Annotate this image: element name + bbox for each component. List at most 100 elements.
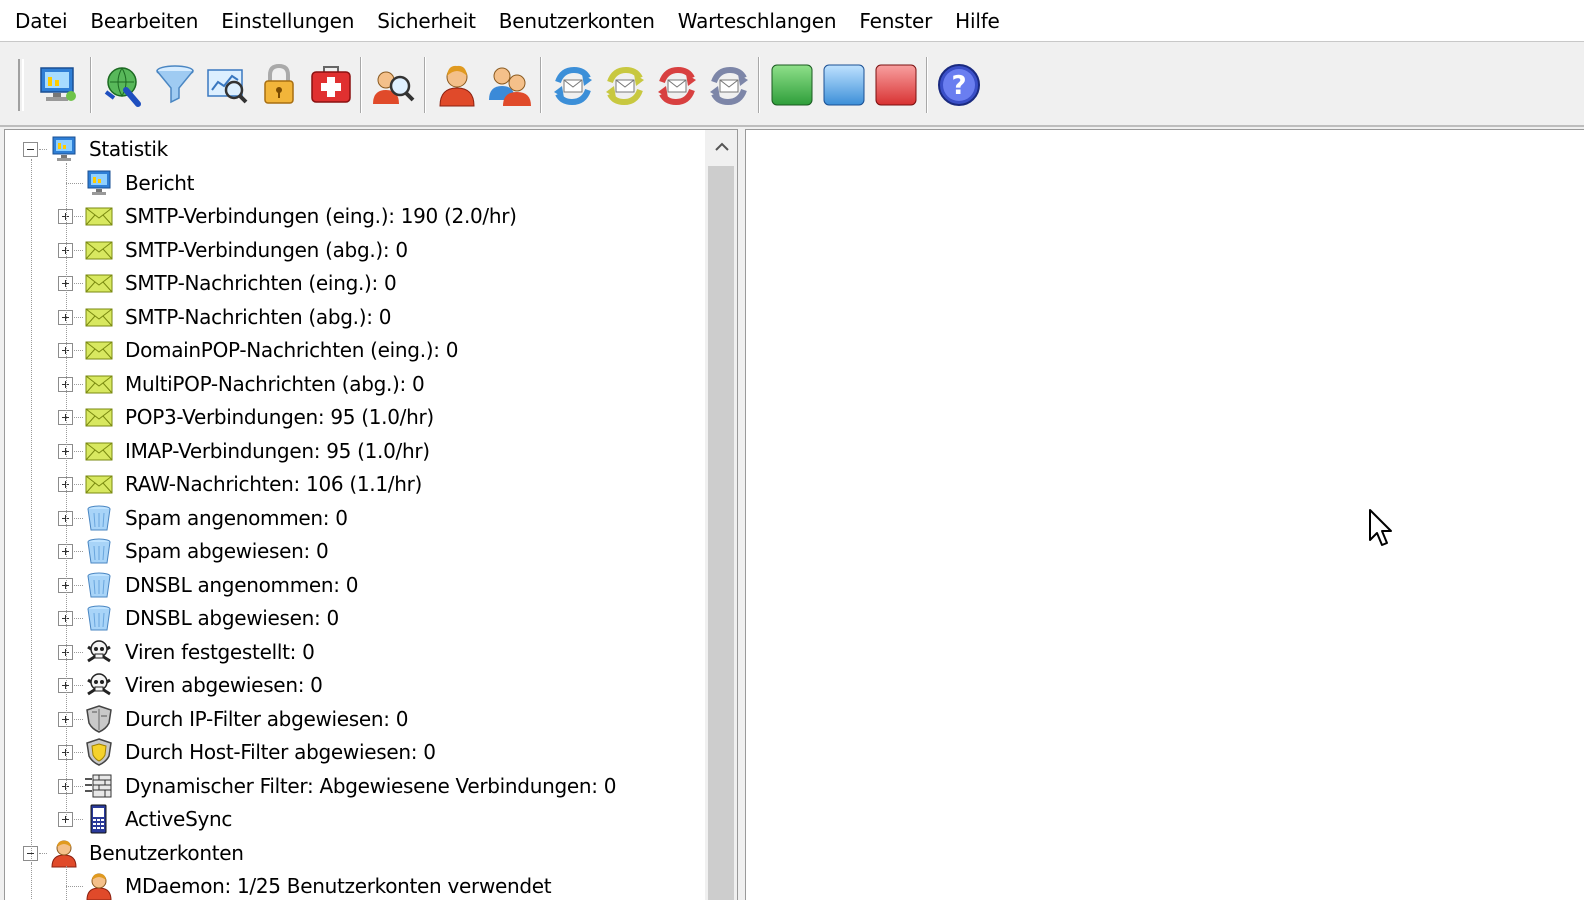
scroll-up-button[interactable] xyxy=(705,130,737,164)
pane-splitter[interactable] xyxy=(738,129,746,900)
tree-item-label: DomainPOP-Nachrichten (eing.): 0 xyxy=(125,338,459,362)
tree-item[interactable]: Bericht xyxy=(5,167,705,200)
tree-connector-line xyxy=(74,249,83,251)
toolbar-button-first-aid[interactable] xyxy=(307,61,355,109)
toolbar-separator xyxy=(360,57,362,113)
menu-einstellungen[interactable]: Einstellungen xyxy=(211,0,367,42)
tree-connector-line xyxy=(66,163,67,819)
menu-fenster[interactable]: Fenster xyxy=(849,0,945,42)
tree-item[interactable]: Durch Host-Filter abgewiesen: 0 xyxy=(5,736,705,769)
statistics-tree-pane: Statistik Bericht SMTP-Verbindungen (eing.… xyxy=(4,129,738,900)
tree-item[interactable]: Durch IP-Filter abgewiesen: 0 xyxy=(5,703,705,736)
tree-item-label: Statistik xyxy=(89,137,168,161)
spam-filter-icon xyxy=(204,62,250,108)
statistics-monitor-icon xyxy=(35,62,81,108)
tree-connector-line xyxy=(74,517,83,519)
user-icon xyxy=(84,871,114,900)
toolbar-button-queue-yellow-refresh[interactable] xyxy=(601,61,649,109)
trash-bin-icon xyxy=(84,603,114,633)
tree-connector-line xyxy=(74,216,83,217)
tree-connector-line xyxy=(74,785,83,787)
toolbar-separator xyxy=(424,57,426,113)
tree-item[interactable]: Spam angenommen: 0 xyxy=(5,502,705,535)
tree-connector-line xyxy=(66,886,83,887)
toolbar-button-statistics-monitor[interactable] xyxy=(34,61,82,109)
toolbar-button-spam-filter[interactable] xyxy=(203,61,251,109)
toolbar-button-user-search[interactable] xyxy=(369,61,417,109)
user-search-icon xyxy=(370,62,416,108)
toolbar-button-content-filter[interactable] xyxy=(151,61,199,109)
tree-item[interactable]: POP3-Verbindungen: 95 (1.0/hr) xyxy=(5,401,705,434)
toolbar-button-queue-red-refresh[interactable] xyxy=(653,61,701,109)
menu-datei[interactable]: Datei xyxy=(5,0,80,42)
red-status-icon xyxy=(873,62,919,108)
toolbar-button-red-status[interactable] xyxy=(872,61,920,109)
tree-item[interactable]: Spam abgewiesen: 0 xyxy=(5,535,705,568)
toolbar-separator xyxy=(90,57,92,113)
tree-item[interactable]: DNSBL angenommen: 0 xyxy=(5,569,705,602)
tree-item[interactable]: ActiveSync xyxy=(5,803,705,836)
toolbar-separator xyxy=(926,57,928,113)
toolbar-separator xyxy=(758,57,760,113)
scroll-thumb[interactable] xyxy=(708,166,734,900)
envelope-icon xyxy=(84,268,114,298)
tree-connector-line xyxy=(74,417,83,418)
tree-item[interactable]: MultiPOP-Nachrichten (abg.): 0 xyxy=(5,368,705,401)
tree-item[interactable]: SMTP-Verbindungen (abg.): 0 xyxy=(5,234,705,267)
firewall-icon xyxy=(84,771,114,801)
toolbar-button-green-status[interactable] xyxy=(768,61,816,109)
tree-connector-line xyxy=(74,584,83,586)
skull-icon xyxy=(84,637,114,667)
toolbar-button-queue-gray-refresh[interactable] xyxy=(705,61,753,109)
tree-item-label: MDaemon: 1/25 Benutzerkonten verwendet xyxy=(125,874,552,898)
toolbar-button-queue-blue-refresh[interactable] xyxy=(549,61,597,109)
toolbar-grip[interactable] xyxy=(18,59,24,111)
tree-connector-line xyxy=(39,852,47,854)
tree-item[interactable]: Viren abgewiesen: 0 xyxy=(5,669,705,702)
toolbar-button-help[interactable]: ? xyxy=(935,61,983,109)
menu-bearbeiten[interactable]: Bearbeiten xyxy=(80,0,211,42)
tree-item-label: Durch Host-Filter abgewiesen: 0 xyxy=(125,740,436,764)
queue-blue-refresh-icon xyxy=(550,62,596,108)
tree-item[interactable]: SMTP-Nachrichten (eing.): 0 xyxy=(5,267,705,300)
tree-item[interactable]: MDaemon: 1/25 Benutzerkonten verwendet xyxy=(5,870,705,900)
details-pane[interactable] xyxy=(746,129,1584,900)
envelope-icon xyxy=(84,302,114,332)
menu-sicherheit[interactable]: Sicherheit xyxy=(367,0,488,42)
tree-item[interactable]: DNSBL abgewiesen: 0 xyxy=(5,602,705,635)
tree-item[interactable]: Viren festgestellt: 0 xyxy=(5,636,705,669)
tree-connector-line xyxy=(74,383,83,385)
tree-connector-line xyxy=(74,718,83,720)
menu-warteschlangen[interactable]: Warteschlangen xyxy=(668,0,850,42)
toolbar-button-user-group[interactable] xyxy=(486,61,534,109)
tree-item[interactable]: SMTP-Verbindungen (eing.): 190 (2.0/hr) xyxy=(5,200,705,233)
tree-root-item[interactable]: Statistik xyxy=(5,133,705,166)
tree-connector-line xyxy=(66,866,67,900)
toolbar-button-domain-manager[interactable] xyxy=(99,61,147,109)
menu-hilfe[interactable]: Hilfe xyxy=(945,0,1013,42)
tree-item[interactable]: Dynamischer Filter: Abgewiesene Verbindu… xyxy=(5,770,705,803)
mouse-cursor-icon xyxy=(1369,509,1392,546)
svg-text:?: ? xyxy=(951,71,966,101)
toolbar-button-security-lock[interactable] xyxy=(255,61,303,109)
toolbar-separator xyxy=(540,57,542,113)
queue-gray-refresh-icon xyxy=(706,62,752,108)
toolbar-button-blue-status[interactable] xyxy=(820,61,868,109)
trash-bin-icon xyxy=(84,503,114,533)
tree-connector-line xyxy=(74,283,83,284)
tree-item-label: POP3-Verbindungen: 95 (1.0/hr) xyxy=(125,405,434,429)
menu-benutzerkonten[interactable]: Benutzerkonten xyxy=(489,0,668,42)
collapse-icon[interactable] xyxy=(23,142,38,157)
blue-status-icon xyxy=(821,62,867,108)
tree-vertical-scrollbar[interactable] xyxy=(705,130,737,900)
queue-red-refresh-icon xyxy=(654,62,700,108)
toolbar-button-single-user[interactable] xyxy=(433,61,481,109)
tree-item[interactable]: IMAP-Verbindungen: 95 (1.0/hr) xyxy=(5,435,705,468)
tree-item[interactable]: SMTP-Nachrichten (abg.): 0 xyxy=(5,301,705,334)
tree-root-item[interactable]: Benutzerkonten xyxy=(5,837,705,870)
tree-connector-line xyxy=(74,551,83,552)
envelope-icon xyxy=(84,235,114,265)
tree-item-label: Viren festgestellt: 0 xyxy=(125,639,315,664)
tree-item[interactable]: RAW-Nachrichten: 106 (1.1/hr) xyxy=(5,468,705,501)
tree-item[interactable]: DomainPOP-Nachrichten (eing.): 0 xyxy=(5,334,705,367)
